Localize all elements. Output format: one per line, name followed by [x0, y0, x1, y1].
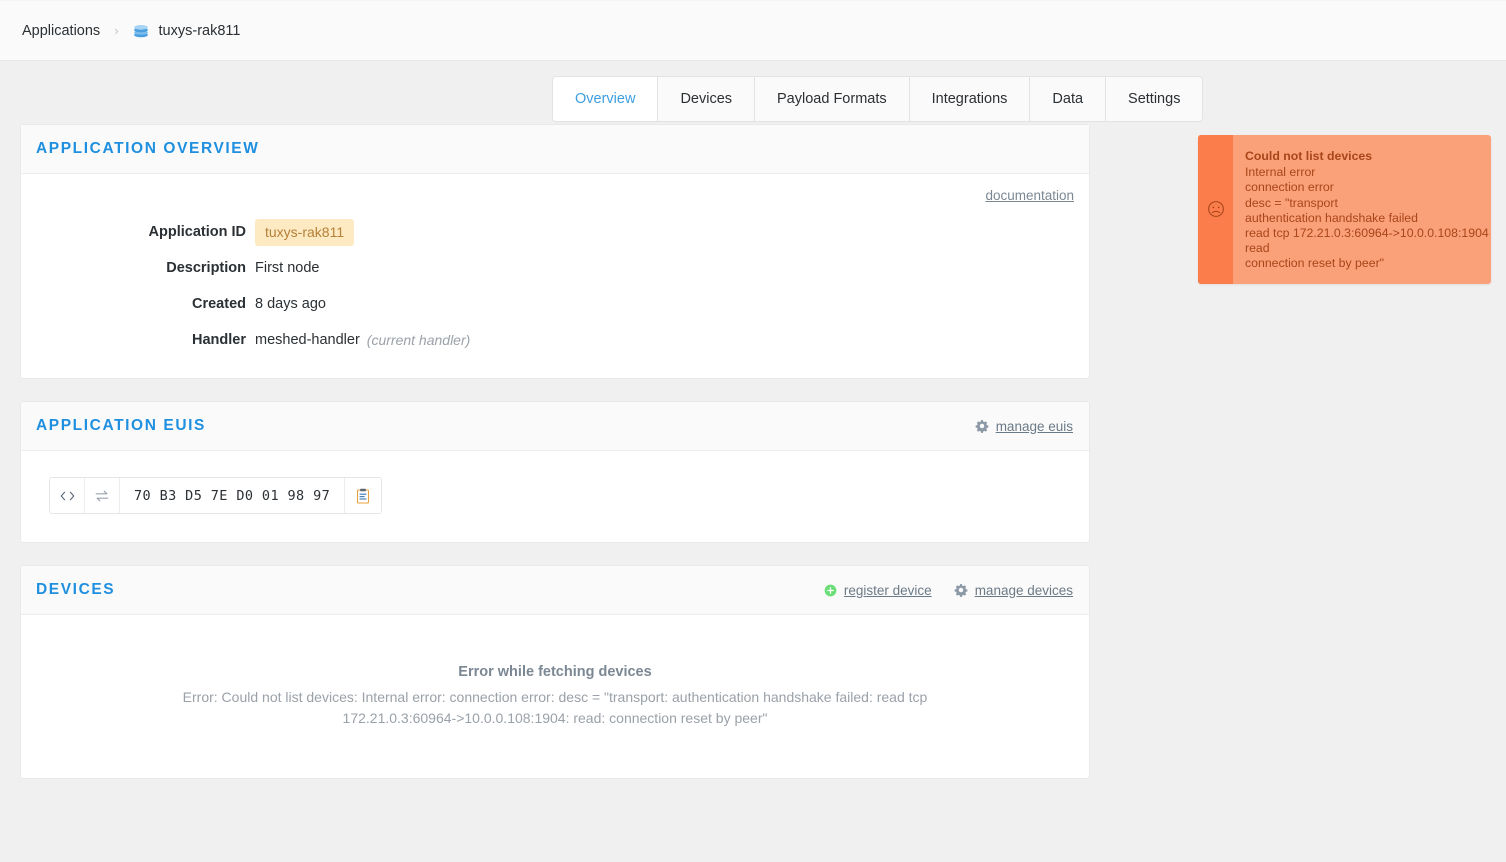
field-row-created: Created 8 days ago [35, 286, 1075, 322]
handler-name: meshed-handler [255, 332, 360, 348]
manage-devices-label: manage devices [974, 582, 1073, 598]
manage-euis-label: manage euis [995, 418, 1073, 434]
field-value: meshed-handler (current handler) [255, 332, 470, 348]
panel-title-devices: Devices [36, 581, 116, 598]
page-title: Application Overview [36, 140, 260, 157]
field-row-description: Description First node [35, 250, 1075, 286]
tab-overview[interactable]: Overview [553, 77, 659, 121]
field-value: 8 days ago [255, 296, 326, 312]
breadcrumb-current-application[interactable]: tuxys-rak811 [132, 22, 241, 40]
field-label: Created [192, 296, 246, 312]
tab-devices[interactable]: Devices [658, 77, 756, 121]
devices-panel: Devices register device [20, 565, 1090, 779]
tab-data[interactable]: Data [1030, 77, 1107, 121]
register-device-label: register device [843, 582, 932, 598]
application-euis-panel: Application EUIS manage euis [20, 401, 1090, 543]
swap-arrows-icon[interactable] [85, 478, 120, 513]
plus-circle-icon [824, 584, 837, 597]
overview-field-table: Application ID tuxys-rak811 Description … [35, 214, 1075, 358]
devices-error-message: Error: Could not list devices: Internal … [182, 689, 928, 726]
tab-payload-formats[interactable]: Payload Formats [755, 77, 910, 121]
breadcrumb-applications-link[interactable]: Applications [22, 23, 100, 39]
tab-integrations[interactable]: Integrations [909, 77, 1031, 121]
field-row-handler: Handler meshed-handler (current handler) [35, 322, 1075, 358]
breadcrumb: Applications › tuxys-rak811 [22, 22, 240, 40]
panel-header-actions: register device manage devices [824, 583, 1073, 598]
panel-header: Devices register device [21, 566, 1089, 615]
panel-header-actions: manage euis [975, 419, 1073, 434]
clipboard-icon[interactable] [345, 478, 382, 513]
eui-list: 70 B3 D5 7E D0 01 98 97 [21, 451, 1089, 542]
panel-header: Application Overview [21, 125, 1089, 174]
devices-error-container: Error while fetching devices Error: Coul… [21, 615, 1089, 778]
application-id-badge: tuxys-rak811 [255, 218, 355, 246]
panel-title-euis: Application EUIS [36, 417, 206, 434]
main-content: Application Overview documentation Appli… [0, 124, 1506, 779]
breadcrumb-separator: › [114, 23, 119, 38]
tab-bar-region: Overview Devices Payload Formats Integra… [0, 61, 1506, 284]
field-value: First node [255, 260, 320, 276]
documentation-link-row: documentation [35, 188, 1075, 203]
field-value: tuxys-rak811 [255, 218, 355, 246]
eui-value-field[interactable]: 70 B3 D5 7E D0 01 98 97 [120, 478, 346, 513]
manage-euis-button[interactable]: manage euis [975, 419, 1073, 434]
field-row-application-id: Application ID tuxys-rak811 [35, 214, 1075, 250]
eui-entry: 70 B3 D5 7E D0 01 98 97 [49, 477, 383, 514]
register-device-button[interactable]: register device [824, 583, 932, 598]
documentation-link[interactable]: documentation [985, 188, 1074, 203]
gear-icon [975, 419, 989, 433]
manage-devices-button[interactable]: manage devices [954, 583, 1073, 598]
tab-settings[interactable]: Settings [1106, 77, 1203, 121]
field-label: Application ID [148, 224, 246, 240]
breadcrumb-current-label: tuxys-rak811 [158, 22, 241, 39]
panel-header: Application EUIS manage euis [21, 402, 1089, 451]
application-overview-panel: Application Overview documentation Appli… [20, 124, 1090, 379]
handler-note: (current handler) [366, 332, 471, 348]
field-label: Description [166, 260, 246, 276]
panel-body: documentation Application ID tuxys-rak81… [21, 174, 1089, 378]
code-brackets-icon[interactable] [50, 478, 85, 513]
tab-bar: Overview Devices Payload Formats Integra… [552, 76, 1204, 122]
gear-icon [954, 583, 968, 597]
devices-error-title: Error while fetching devices [458, 664, 652, 680]
field-label: Handler [192, 332, 246, 348]
top-bar: Applications › tuxys-rak811 [0, 0, 1506, 61]
layers-icon [132, 22, 159, 40]
